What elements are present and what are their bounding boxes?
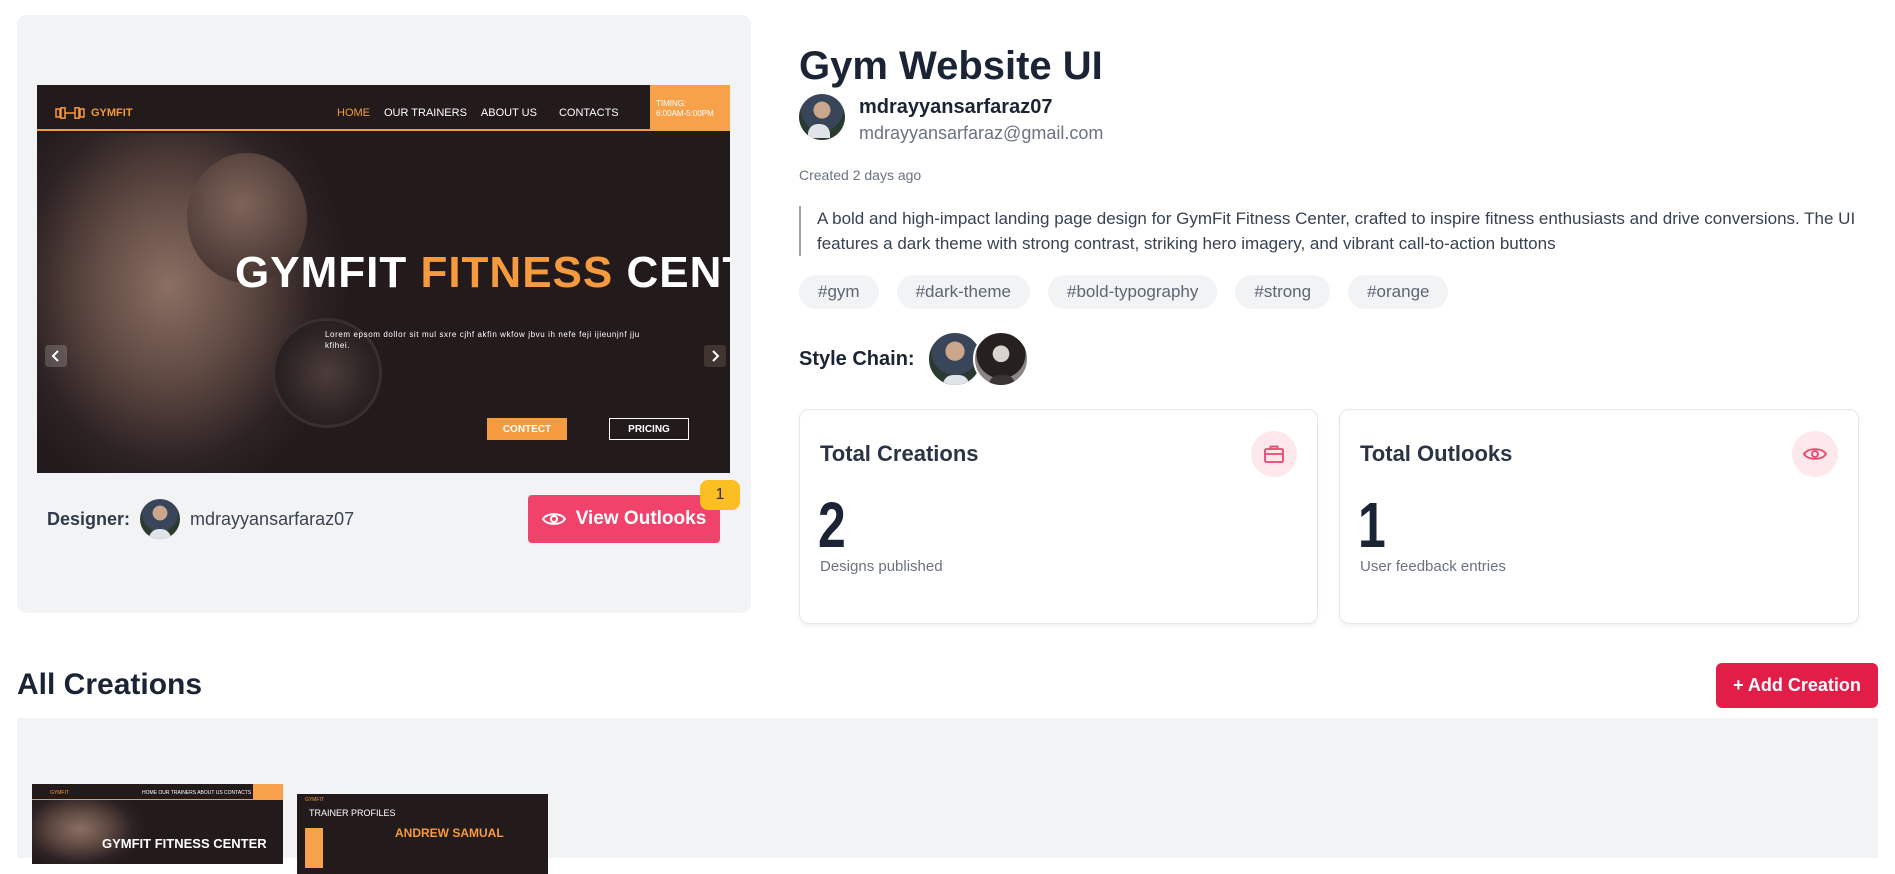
mock-title-accent: FITNESS bbox=[420, 248, 614, 297]
author-name[interactable]: mdrayyansarfaraz07 bbox=[859, 96, 1052, 119]
creations-panel: GYMFIT HOME OUR TRAINERS ABOUT US CONTAC… bbox=[17, 718, 1878, 874]
tag-chip[interactable]: #orange bbox=[1348, 275, 1449, 309]
designer-row: Designer: mdrayyansarfaraz07 bbox=[47, 499, 354, 539]
thumb-nav: HOME OUR TRAINERS ABOUT US CONTACTS bbox=[142, 790, 252, 796]
created-date: Created 2 days ago bbox=[799, 167, 922, 183]
view-outlooks-label: View Outlooks bbox=[575, 508, 707, 529]
total-creations-card: Total Creations 2 Designs published bbox=[799, 409, 1318, 624]
design-title: Gym Website UI bbox=[799, 44, 1103, 88]
thumb-trainer-name: ANDREW SAMUAL bbox=[395, 826, 504, 840]
stat-value: 1 bbox=[1358, 489, 1386, 561]
mock-contact-button: CONTECT bbox=[487, 418, 567, 440]
mock-logo: GYMFIT bbox=[55, 107, 133, 119]
mock-timing: TIMING: 6:00AM-5:00PM bbox=[650, 85, 730, 131]
designer-avatar[interactable] bbox=[140, 499, 181, 539]
mock-nav-home: HOME bbox=[337, 107, 370, 119]
all-creations-title: All Creations bbox=[17, 668, 203, 701]
mock-title-part2: CENTER bbox=[626, 248, 730, 297]
preview-card: GYMFIT HOME OUR TRAINERS ABOUT US CONTAC… bbox=[17, 15, 751, 613]
style-chain-avatars bbox=[926, 331, 1029, 387]
style-chain-avatar[interactable] bbox=[972, 331, 1029, 387]
thumb-hero-title: GYMFIT FITNESS CENTER bbox=[102, 836, 267, 851]
thumb-athlete-image bbox=[32, 800, 152, 864]
stat-subtitle: Designs published bbox=[820, 558, 943, 575]
design-description: A bold and high-impact landing page desi… bbox=[799, 206, 1859, 256]
briefcase-icon bbox=[1251, 431, 1297, 477]
mock-hero-text: Lorem epsom dollor sit mul sxre cjhf akf… bbox=[325, 330, 640, 350]
tag-chip[interactable]: #dark-theme bbox=[896, 275, 1031, 309]
mock-hero: GYMFIT FITNESS CENTER Lorem epsom dollor… bbox=[37, 133, 730, 473]
mock-navbar: GYMFIT HOME OUR TRAINERS ABOUT US CONTAC… bbox=[37, 85, 730, 131]
add-creation-button[interactable]: + Add Creation bbox=[1716, 663, 1878, 708]
thumb-timing-block bbox=[253, 784, 283, 800]
total-outlooks-card: Total Outlooks 1 User feedback entries bbox=[1339, 409, 1859, 624]
stat-value: 2 bbox=[818, 489, 846, 561]
dumbbell-icon bbox=[55, 107, 85, 119]
mock-title-part1: GYMFIT bbox=[235, 248, 421, 297]
tag-chip[interactable]: #strong bbox=[1235, 275, 1331, 309]
mock-prev-arrow-icon bbox=[45, 345, 67, 367]
mock-hero-title: GYMFIT FITNESS CENTER bbox=[235, 248, 730, 298]
mock-logo-text: GYMFIT bbox=[91, 107, 133, 119]
design-preview-image[interactable]: GYMFIT HOME OUR TRAINERS ABOUT US CONTAC… bbox=[37, 85, 730, 473]
mock-next-arrow-icon bbox=[704, 345, 726, 367]
thumb-logo: GYMFIT bbox=[305, 797, 324, 803]
tag-chip[interactable]: #gym bbox=[799, 275, 879, 309]
style-chain-label: Style Chain: bbox=[799, 347, 915, 370]
author-email: mdrayyansarfaraz@gmail.com bbox=[859, 123, 1104, 143]
stat-title: Total Outlooks bbox=[1360, 441, 1513, 466]
mock-nav-links: HOME OUR TRAINERS ABOUT US CONTACTS bbox=[337, 107, 619, 119]
author-avatar[interactable] bbox=[799, 94, 845, 140]
tag-list: #gym #dark-theme #bold-typography #stron… bbox=[799, 275, 1449, 309]
creation-thumbnail[interactable]: GYMFIT TRAINER PROFILES ANDREW SAMUAL bbox=[297, 794, 548, 874]
mock-nav-about: ABOUT US bbox=[480, 107, 537, 119]
outlooks-count-badge: 1 bbox=[700, 480, 740, 510]
thumb-logo: GYMFIT bbox=[50, 790, 69, 796]
style-chain: Style Chain: bbox=[799, 331, 1029, 387]
designer-label: Designer: bbox=[47, 508, 131, 529]
stat-title: Total Creations bbox=[820, 441, 979, 466]
eye-icon bbox=[1792, 431, 1838, 477]
creation-thumbnail[interactable]: GYMFIT HOME OUR TRAINERS ABOUT US CONTAC… bbox=[32, 784, 283, 864]
designer-name[interactable]: mdrayyansarfaraz07 bbox=[190, 509, 354, 530]
thumb-accent-bar bbox=[305, 828, 323, 868]
stat-subtitle: User feedback entries bbox=[1360, 558, 1506, 575]
view-outlooks-button[interactable]: View Outlooks bbox=[528, 495, 720, 543]
mock-pricing-button: PRICING bbox=[609, 418, 689, 440]
thumb-heading: TRAINER PROFILES bbox=[309, 808, 396, 818]
eye-icon bbox=[541, 513, 566, 525]
mock-nav-trainers: OUR TRAINERS bbox=[384, 107, 467, 119]
mock-timing-text: TIMING: 6:00AM-5:00PM bbox=[656, 99, 714, 118]
tag-chip[interactable]: #bold-typography bbox=[1048, 275, 1218, 309]
mock-nav-contacts: CONTACTS bbox=[558, 107, 619, 119]
